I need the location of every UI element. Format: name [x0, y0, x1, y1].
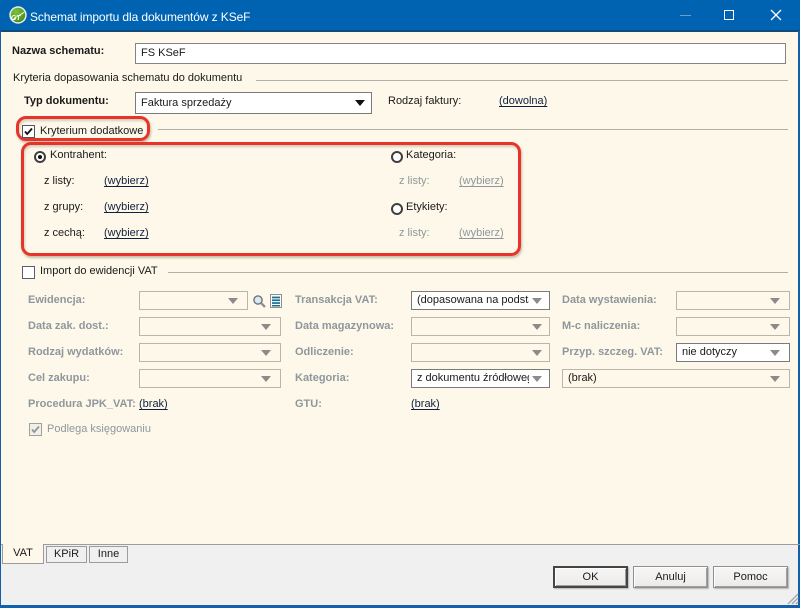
svg-text:GT: GT [10, 15, 21, 22]
